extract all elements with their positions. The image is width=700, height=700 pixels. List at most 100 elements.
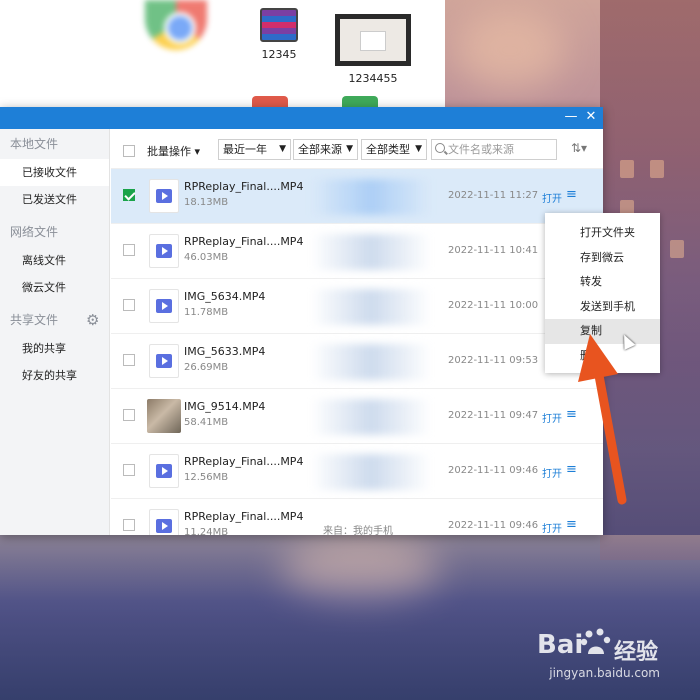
time-filter-select[interactable]: 最近一年 ▼ bbox=[218, 139, 291, 160]
open-link[interactable]: 打开 bbox=[542, 520, 562, 535]
search-icon bbox=[435, 143, 445, 153]
chevron-down-icon: ▼ bbox=[279, 144, 286, 154]
file-name: RPReplay_Final....MP4 bbox=[184, 235, 304, 248]
file-row[interactable]: IMG_9514.MP4 58.41MB 2022-11-11 09:47 打开… bbox=[111, 389, 603, 444]
open-link[interactable]: 打开 bbox=[542, 465, 562, 480]
sidebar-item-friend-share[interactable]: 好友的共享 bbox=[0, 362, 109, 389]
blurred-source bbox=[311, 399, 431, 435]
file-row[interactable]: RPReplay_Final....MP4 11.24MB 来自：我的手机 20… bbox=[111, 499, 603, 535]
wallpaper-window bbox=[620, 160, 634, 178]
menu-item-forward[interactable]: 转发 bbox=[545, 270, 660, 295]
archive-icon bbox=[260, 8, 298, 42]
sort-icon[interactable]: ⇅▾ bbox=[571, 141, 587, 155]
wallpaper-window bbox=[670, 240, 684, 258]
toolbar: 批量操作 ▾ 最近一年 ▼ 全部来源 ▼ 全部类型 ▼ ⇅▾ bbox=[111, 129, 603, 169]
video-file-icon bbox=[149, 179, 179, 213]
file-date: 2022-11-11 09:46 bbox=[448, 465, 539, 476]
blurred-source bbox=[311, 454, 431, 490]
sidebar-item-offline[interactable]: 离线文件 bbox=[0, 247, 109, 274]
sidebar-item-sent[interactable]: 已发送文件 bbox=[0, 186, 109, 213]
row-checkbox[interactable] bbox=[123, 464, 135, 476]
sidebar-section-title: 网络文件 bbox=[10, 225, 59, 239]
more-menu-icon[interactable]: ≡ bbox=[566, 187, 577, 202]
file-date: 2022-11-11 11:27 bbox=[448, 190, 539, 201]
sidebar-item-weiyun[interactable]: 微云文件 bbox=[0, 274, 109, 301]
menu-item-save-to-weiyun[interactable]: 存到微云 bbox=[545, 246, 660, 271]
file-row[interactable]: IMG_5633.MP4 26.69MB 2022-11-11 09:53 bbox=[111, 334, 603, 389]
title-bar[interactable]: — ✕ bbox=[0, 107, 603, 129]
file-size: 26.69MB bbox=[184, 362, 229, 373]
row-checkbox[interactable] bbox=[123, 189, 135, 201]
file-name: IMG_9514.MP4 bbox=[184, 400, 266, 413]
file-row[interactable]: RPReplay_Final....MP4 12.56MB 2022-11-11… bbox=[111, 444, 603, 499]
file-date: 2022-11-11 09:47 bbox=[448, 410, 539, 421]
desktop-item-video[interactable]: 1234455 bbox=[333, 14, 413, 85]
sidebar-item-received[interactable]: 已接收文件 bbox=[0, 159, 109, 186]
search-input[interactable] bbox=[448, 141, 554, 158]
time-filter-value: 最近一年 bbox=[223, 143, 267, 156]
baidu-paw-icon bbox=[580, 628, 611, 654]
file-name: IMG_5633.MP4 bbox=[184, 345, 266, 358]
play-icon bbox=[156, 244, 172, 258]
watermark-brand-cn: 经验 bbox=[614, 640, 659, 665]
open-link[interactable]: 打开 bbox=[542, 410, 562, 425]
video-file-icon bbox=[149, 454, 179, 488]
video-file-icon bbox=[149, 344, 179, 378]
file-size: 18.13MB bbox=[184, 197, 229, 208]
video-thumbnail-icon bbox=[147, 399, 181, 433]
chrome-icon[interactable] bbox=[145, 0, 207, 50]
type-filter-value: 全部类型 bbox=[366, 143, 410, 156]
file-name: RPReplay_Final....MP4 bbox=[184, 510, 304, 523]
row-checkbox[interactable] bbox=[123, 354, 135, 366]
gear-icon[interactable]: ⚙ bbox=[86, 312, 102, 328]
file-date: 2022-11-11 10:41 bbox=[448, 245, 539, 256]
open-link[interactable]: 打开 bbox=[542, 190, 562, 205]
sidebar-section-title: 共享文件 bbox=[10, 313, 59, 327]
wallpaper-window bbox=[650, 160, 664, 178]
menu-item-send-to-phone[interactable]: 发送到手机 bbox=[545, 295, 660, 320]
row-checkbox[interactable] bbox=[123, 519, 135, 531]
chevron-down-icon: ▼ bbox=[346, 144, 353, 154]
minimize-button[interactable]: — bbox=[563, 109, 579, 125]
blurred-source bbox=[311, 289, 431, 325]
desktop-item-label: 12345 bbox=[261, 48, 297, 61]
search-box bbox=[431, 139, 557, 160]
source-filter-select[interactable]: 全部来源 ▼ bbox=[293, 139, 358, 160]
chevron-down-icon: ▼ bbox=[415, 144, 422, 154]
file-size: 12.56MB bbox=[184, 472, 229, 483]
file-size: 46.03MB bbox=[184, 252, 229, 263]
batch-operation-button[interactable]: 批量操作 ▾ bbox=[147, 143, 200, 159]
video-file-icon bbox=[149, 289, 179, 323]
row-checkbox[interactable] bbox=[123, 299, 135, 311]
file-row[interactable]: RPReplay_Final....MP4 18.13MB 2022-11-11… bbox=[111, 169, 603, 224]
file-row[interactable]: RPReplay_Final....MP4 46.03MB 2022-11-11… bbox=[111, 224, 603, 279]
file-size: 11.78MB bbox=[184, 307, 229, 318]
more-menu-icon[interactable]: ≡ bbox=[566, 517, 577, 532]
video-file-icon bbox=[149, 509, 179, 535]
file-size: 11.24MB bbox=[184, 527, 229, 535]
watermark-url: jingyan.baidu.com bbox=[549, 666, 660, 680]
type-filter-select[interactable]: 全部类型 ▼ bbox=[361, 139, 427, 160]
sidebar-section-shared: 共享文件 ⚙ bbox=[0, 305, 109, 335]
sidebar-item-my-share[interactable]: 我的共享 bbox=[0, 335, 109, 362]
file-list-panel: 批量操作 ▾ 最近一年 ▼ 全部来源 ▼ 全部类型 ▼ ⇅▾ RPReplay_Fin… bbox=[111, 129, 603, 535]
sidebar-section-title: 本地文件 bbox=[10, 137, 59, 151]
file-date: 2022-11-11 09:53 bbox=[448, 355, 539, 366]
blurred-source bbox=[311, 344, 431, 380]
file-name: IMG_5634.MP4 bbox=[184, 290, 266, 303]
file-list: RPReplay_Final....MP4 18.13MB 2022-11-11… bbox=[111, 169, 603, 535]
desktop-item-archive[interactable]: 12345 bbox=[254, 8, 304, 61]
desktop-explorer: 12345 1234455 bbox=[0, 0, 445, 110]
file-name: RPReplay_Final....MP4 bbox=[184, 455, 304, 468]
select-all-checkbox[interactable] bbox=[123, 145, 135, 157]
play-icon bbox=[156, 519, 172, 533]
watermark-brand: Bai bbox=[537, 630, 584, 660]
file-row[interactable]: IMG_5634.MP4 11.78MB 2022-11-11 10:00 bbox=[111, 279, 603, 334]
video-file-icon bbox=[149, 234, 179, 268]
sidebar: 本地文件 已接收文件 已发送文件 网络文件 离线文件 微云文件 共享文件 ⚙ 我… bbox=[0, 129, 110, 535]
menu-item-open-folder[interactable]: 打开文件夹 bbox=[545, 221, 660, 246]
row-checkbox[interactable] bbox=[123, 409, 135, 421]
file-date: 2022-11-11 10:00 bbox=[448, 300, 539, 311]
row-checkbox[interactable] bbox=[123, 244, 135, 256]
close-button[interactable]: ✕ bbox=[583, 109, 599, 125]
